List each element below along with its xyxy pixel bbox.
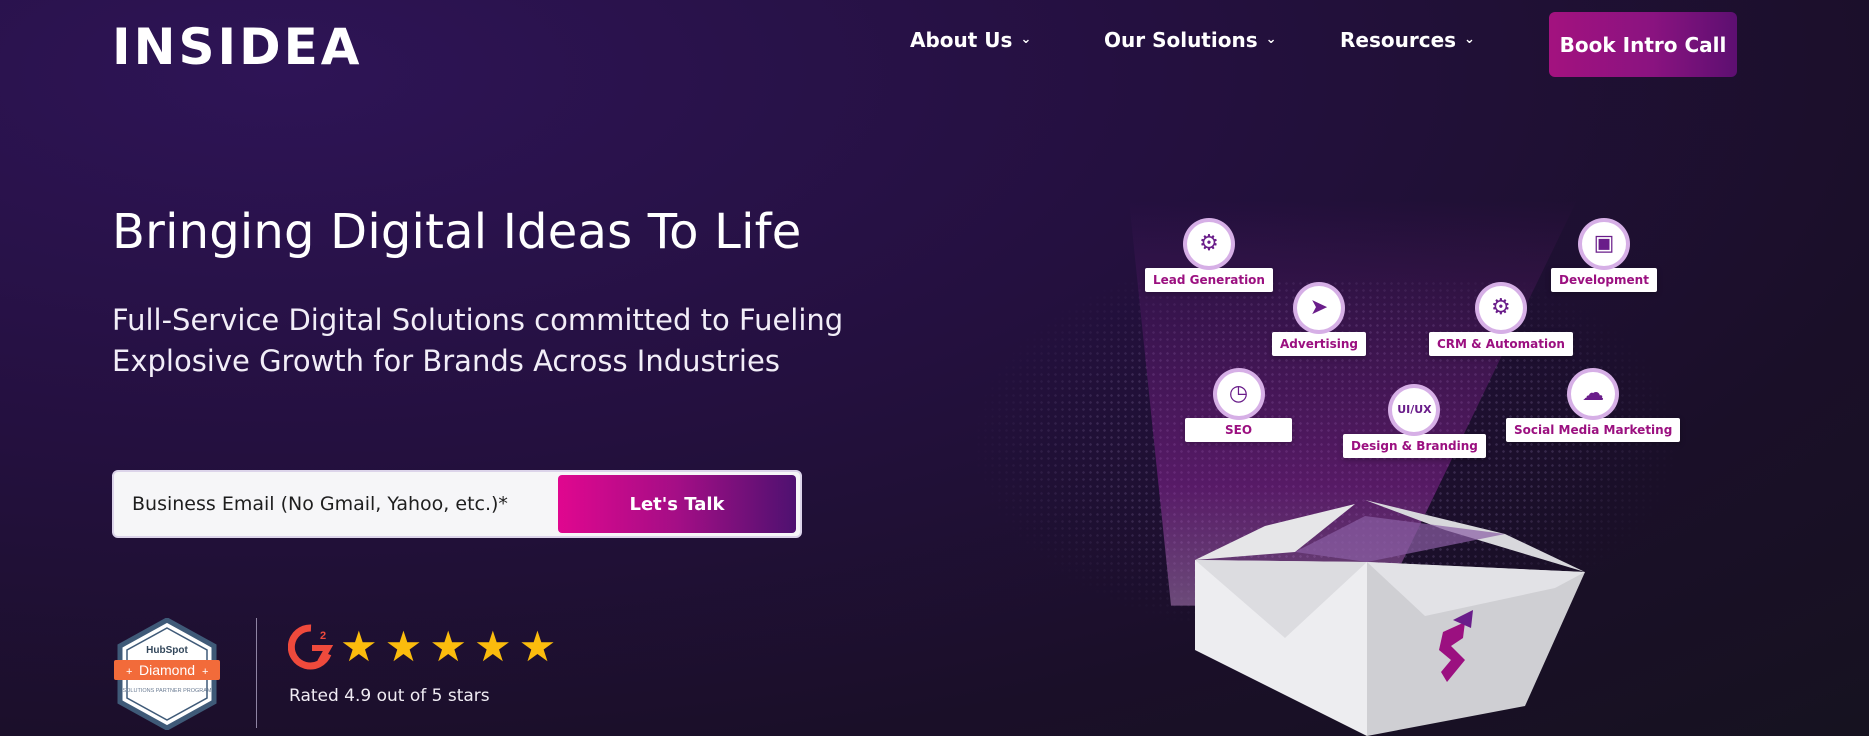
chevron-down-icon: ⌄ bbox=[1020, 31, 1032, 47]
service-seo: ◷ SEO bbox=[1185, 368, 1293, 442]
service-design-branding: UI/UX Design & Branding bbox=[1343, 384, 1486, 458]
hero-subtitle-line-2: Explosive Growth for Brands Across Indus… bbox=[112, 344, 780, 378]
gears-icon: ⚙ bbox=[1474, 282, 1527, 334]
service-label: SEO bbox=[1185, 418, 1293, 442]
lets-talk-button[interactable]: Let's Talk bbox=[558, 475, 796, 533]
nav-about-us-label: About Us bbox=[910, 28, 1013, 52]
badge-divider bbox=[256, 618, 257, 728]
hubspot-tier-text: Diamond bbox=[139, 662, 195, 678]
browser-window-icon: ▣ bbox=[1577, 218, 1630, 270]
chevron-down-icon: ⌄ bbox=[1464, 31, 1475, 47]
service-label: Social Media Marketing bbox=[1506, 418, 1681, 442]
business-email-input[interactable] bbox=[132, 486, 552, 522]
monitor-gear-icon: ⚙ bbox=[1182, 218, 1235, 270]
star-icon: ★ bbox=[473, 622, 512, 671]
hubspot-diamond-badge: HubSpot Diamond + + SOLUTIONS PARTNER PR… bbox=[114, 618, 220, 730]
service-social-media-marketing: ☁ Social Media Marketing bbox=[1506, 368, 1681, 442]
nav-our-solutions-label: Our Solutions bbox=[1104, 28, 1258, 52]
hubspot-brand-text: HubSpot bbox=[146, 645, 188, 656]
svg-text:+: + bbox=[202, 666, 208, 678]
hero-subtitle: Full-Service Digital Solutions committed… bbox=[112, 300, 912, 382]
service-label: Lead Generation bbox=[1145, 268, 1273, 292]
svg-text:+: + bbox=[126, 666, 132, 678]
chevron-down-icon: ⌄ bbox=[1265, 31, 1277, 47]
nav-our-solutions[interactable]: Our Solutions ⌄ bbox=[1104, 28, 1277, 52]
book-intro-call-button[interactable]: Book Intro Call bbox=[1549, 12, 1737, 77]
star-icon: ★ bbox=[429, 622, 467, 671]
svg-text:2: 2 bbox=[320, 630, 326, 642]
hero-subtitle-line-1: Full-Service Digital Solutions committed… bbox=[112, 303, 844, 337]
megaphone-icon: ➤ bbox=[1293, 282, 1345, 334]
g2-rating: 2 ★ ★ ★ ★ ★ bbox=[288, 624, 556, 670]
service-crm-automation: ⚙ CRM & Automation bbox=[1429, 282, 1573, 356]
rating-text: Rated 4.9 out of 5 stars bbox=[289, 686, 490, 706]
star-icon: ★ bbox=[518, 622, 557, 671]
service-development: ▣ Development bbox=[1551, 218, 1657, 292]
services-box-illustration: ⚙ Lead Generation ▣ Development ➤ Advert… bbox=[975, 200, 1681, 736]
service-lead-generation: ⚙ Lead Generation bbox=[1145, 218, 1273, 292]
g2-logo-icon: 2 bbox=[288, 624, 334, 670]
open-box-illustration bbox=[1195, 500, 1585, 736]
service-label: Design & Branding bbox=[1343, 434, 1486, 458]
nav-resources-label: Resources bbox=[1340, 28, 1457, 52]
hero-title: Bringing Digital Ideas To Life bbox=[112, 204, 802, 260]
nav-resources[interactable]: Resources ⌄ bbox=[1340, 28, 1475, 52]
analytics-icon: ◷ bbox=[1212, 368, 1265, 420]
star-icon: ★ bbox=[340, 622, 378, 671]
hubspot-program-text: SOLUTIONS PARTNER PROGRAM bbox=[122, 688, 211, 694]
rating-stars: ★ ★ ★ ★ ★ bbox=[340, 626, 556, 668]
service-advertising: ➤ Advertising bbox=[1272, 282, 1366, 356]
network-icon: ☁ bbox=[1567, 368, 1620, 420]
star-icon: ★ bbox=[384, 622, 423, 671]
email-signup-form: Let's Talk bbox=[112, 470, 802, 538]
service-label: CRM & Automation bbox=[1429, 332, 1573, 356]
nav-about-us[interactable]: About Us ⌄ bbox=[910, 28, 1031, 52]
service-label: Advertising bbox=[1272, 332, 1366, 356]
insidea-logo[interactable]: INSIDEA bbox=[112, 22, 362, 72]
ui-ux-icon: UI/UX bbox=[1388, 384, 1441, 436]
